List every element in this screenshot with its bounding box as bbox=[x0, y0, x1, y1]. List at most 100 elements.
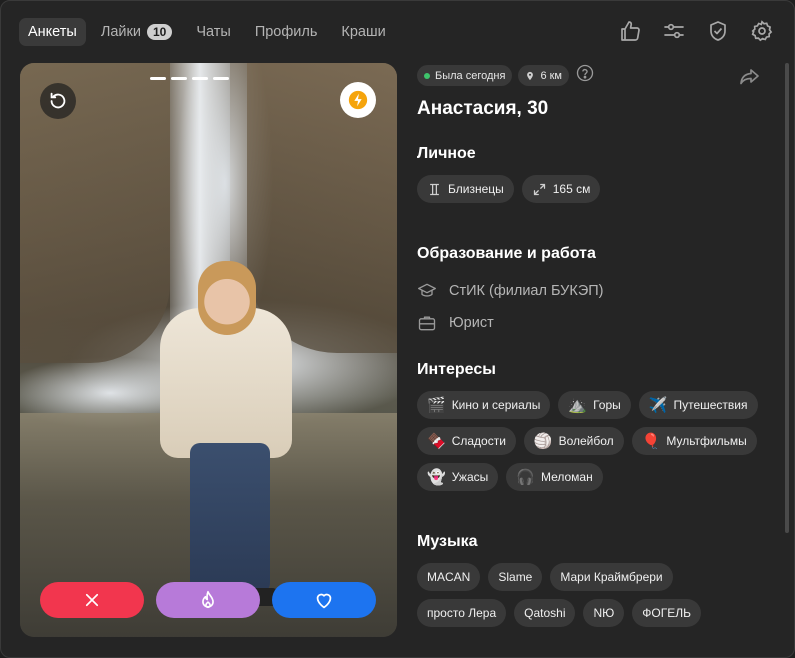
heart-icon bbox=[316, 593, 332, 609]
photo-page-indicator[interactable] bbox=[213, 77, 229, 80]
education-text: СтИК (филиал БУКЭП) bbox=[449, 283, 604, 299]
personal-section: Личное Близнецы 165 см bbox=[417, 145, 601, 203]
music-chip: ФОГЕЛЬ bbox=[632, 599, 701, 627]
tab-label: Чаты bbox=[196, 24, 231, 40]
photo-page-indicator[interactable] bbox=[171, 77, 187, 80]
height-text: 165 см bbox=[552, 182, 591, 196]
scrollbar[interactable] bbox=[784, 63, 790, 637]
music-chip: Slame bbox=[488, 563, 543, 591]
section-title: Интересы bbox=[417, 361, 496, 378]
close-icon bbox=[85, 593, 99, 607]
top-nav: Анкеты Лайки 10 Чаты Профиль Краши bbox=[19, 18, 395, 46]
interest-label: Горы bbox=[593, 398, 621, 412]
photo-person-head bbox=[198, 261, 256, 335]
interests-list: 🎬 Кино и сериалы ⛰️ Горы ✈️ Путешествия 🍫 Сладо… bbox=[417, 391, 762, 491]
interest-emoji-icon: 🎬 bbox=[427, 397, 446, 414]
tab-chats[interactable]: Чаты bbox=[187, 18, 239, 46]
section-title: Личное bbox=[417, 145, 476, 162]
interest-emoji-icon: 🎧 bbox=[516, 469, 535, 486]
help-icon[interactable] bbox=[575, 63, 595, 88]
profile-name: Анастасия, 30 bbox=[417, 98, 549, 119]
interest-emoji-icon: 🏐 bbox=[533, 433, 553, 450]
distance-text: 6 км bbox=[540, 69, 562, 82]
tab-label: Анкеты bbox=[28, 24, 77, 40]
photo-pagination bbox=[150, 77, 229, 80]
sliders-icon[interactable] bbox=[662, 19, 686, 43]
interest-label: Ужасы bbox=[451, 470, 489, 484]
music-chip: Мари Краймбрери bbox=[550, 563, 673, 591]
interest-chip: 🎬 Кино и сериалы bbox=[417, 391, 551, 419]
flame-icon bbox=[202, 590, 214, 609]
status-row: Была сегодня 6 км bbox=[417, 63, 757, 88]
lightning-icon bbox=[348, 90, 368, 110]
thumbs-up-icon[interactable] bbox=[618, 19, 642, 43]
location-pin-icon bbox=[527, 71, 534, 80]
distance-badge: 6 км bbox=[518, 65, 569, 86]
briefcase-icon bbox=[418, 316, 436, 331]
interest-chip: 👻 Ужасы bbox=[417, 463, 499, 491]
tab-likes[interactable]: Лайки 10 bbox=[92, 18, 181, 46]
interest-label: Мультфильмы bbox=[666, 434, 747, 448]
graduation-cap-icon bbox=[418, 283, 436, 297]
tab-label: Краши bbox=[341, 24, 386, 40]
boost-button[interactable] bbox=[340, 82, 376, 118]
interest-chip: ⛰️ Горы bbox=[558, 391, 631, 419]
interest-chip: 🎧 Меломан bbox=[506, 463, 603, 491]
app-window: Анкеты Лайки 10 Чаты Профиль Краши Была … bbox=[0, 0, 795, 658]
interest-emoji-icon: 🎈 bbox=[641, 433, 661, 450]
online-status-badge: Была сегодня bbox=[417, 65, 513, 86]
interest-emoji-icon: ⛰️ bbox=[568, 397, 588, 414]
interest-emoji-icon: ✈️ bbox=[648, 397, 668, 414]
interest-label: Кино и сериалы bbox=[451, 398, 541, 412]
likes-count-badge: 10 bbox=[146, 24, 173, 40]
interest-emoji-icon: 👻 bbox=[427, 469, 446, 486]
tab-profile[interactable]: Профиль bbox=[246, 18, 327, 46]
gemini-icon bbox=[430, 183, 439, 195]
online-status-text: Была сегодня bbox=[435, 69, 506, 82]
interest-chip: 🏐 Волейбол bbox=[523, 427, 624, 455]
music-chip: NЮ bbox=[583, 599, 625, 627]
interest-label: Путешествия bbox=[673, 398, 748, 412]
top-icons bbox=[618, 19, 774, 43]
swipe-actions bbox=[40, 582, 376, 618]
zodiac-chip: Близнецы bbox=[417, 175, 514, 203]
job-item: Юрист bbox=[417, 307, 604, 339]
resize-icon bbox=[533, 183, 545, 195]
interest-emoji-icon: 🍫 bbox=[427, 433, 446, 450]
photo-page-indicator[interactable] bbox=[150, 77, 166, 80]
interest-chip: 🎈 Мультфильмы bbox=[631, 427, 757, 455]
tab-crushes[interactable]: Краши bbox=[332, 18, 394, 46]
online-dot-icon bbox=[424, 72, 430, 79]
scrollbar-thumb[interactable] bbox=[785, 63, 789, 533]
interest-label: Волейбол bbox=[558, 434, 614, 448]
superlike-button[interactable] bbox=[156, 582, 260, 618]
tab-profiles[interactable]: Анкеты bbox=[19, 18, 86, 46]
music-chip: MACAN bbox=[417, 563, 481, 591]
profile-info: Была сегодня 6 км Анастасия, 30 Личное Б… bbox=[417, 63, 758, 627]
music-list: MACAN Slame Мари Краймбрери просто Лера Qato… bbox=[417, 563, 762, 627]
interest-chip: ✈️ Путешествия bbox=[638, 391, 758, 419]
shield-check-icon[interactable] bbox=[706, 19, 730, 43]
education-item: СтИК (филиал БУКЭП) bbox=[417, 275, 604, 307]
job-text: Юрист bbox=[449, 315, 494, 331]
tab-label: Лайки bbox=[100, 24, 141, 40]
music-chip: просто Лера bbox=[417, 599, 507, 627]
zodiac-text: Близнецы bbox=[448, 182, 504, 196]
interest-chip: 🍫 Сладости bbox=[417, 427, 516, 455]
dislike-button[interactable] bbox=[40, 582, 144, 618]
photo-page-indicator[interactable] bbox=[192, 77, 208, 80]
interest-label: Сладости bbox=[451, 434, 506, 448]
education-section: Образование и работа СтИК (филиал БУКЭП)… bbox=[417, 245, 604, 339]
photo-person-jeans bbox=[190, 443, 270, 593]
interests-section: Интересы 🎬 Кино и сериалы ⛰️ Горы ✈️ Путешест… bbox=[417, 361, 762, 491]
interest-label: Меломан bbox=[540, 470, 593, 484]
like-button[interactable] bbox=[272, 582, 376, 618]
profile-photo[interactable] bbox=[20, 63, 397, 637]
section-title: Музыка bbox=[417, 533, 478, 550]
undo-button[interactable] bbox=[40, 83, 76, 119]
section-title: Образование и работа bbox=[417, 245, 596, 262]
tab-label: Профиль bbox=[254, 24, 318, 40]
music-section: Музыка MACAN Slame Мари Краймбрери просто Л… bbox=[417, 533, 762, 627]
undo-icon bbox=[50, 92, 66, 109]
gear-icon[interactable] bbox=[750, 19, 774, 43]
